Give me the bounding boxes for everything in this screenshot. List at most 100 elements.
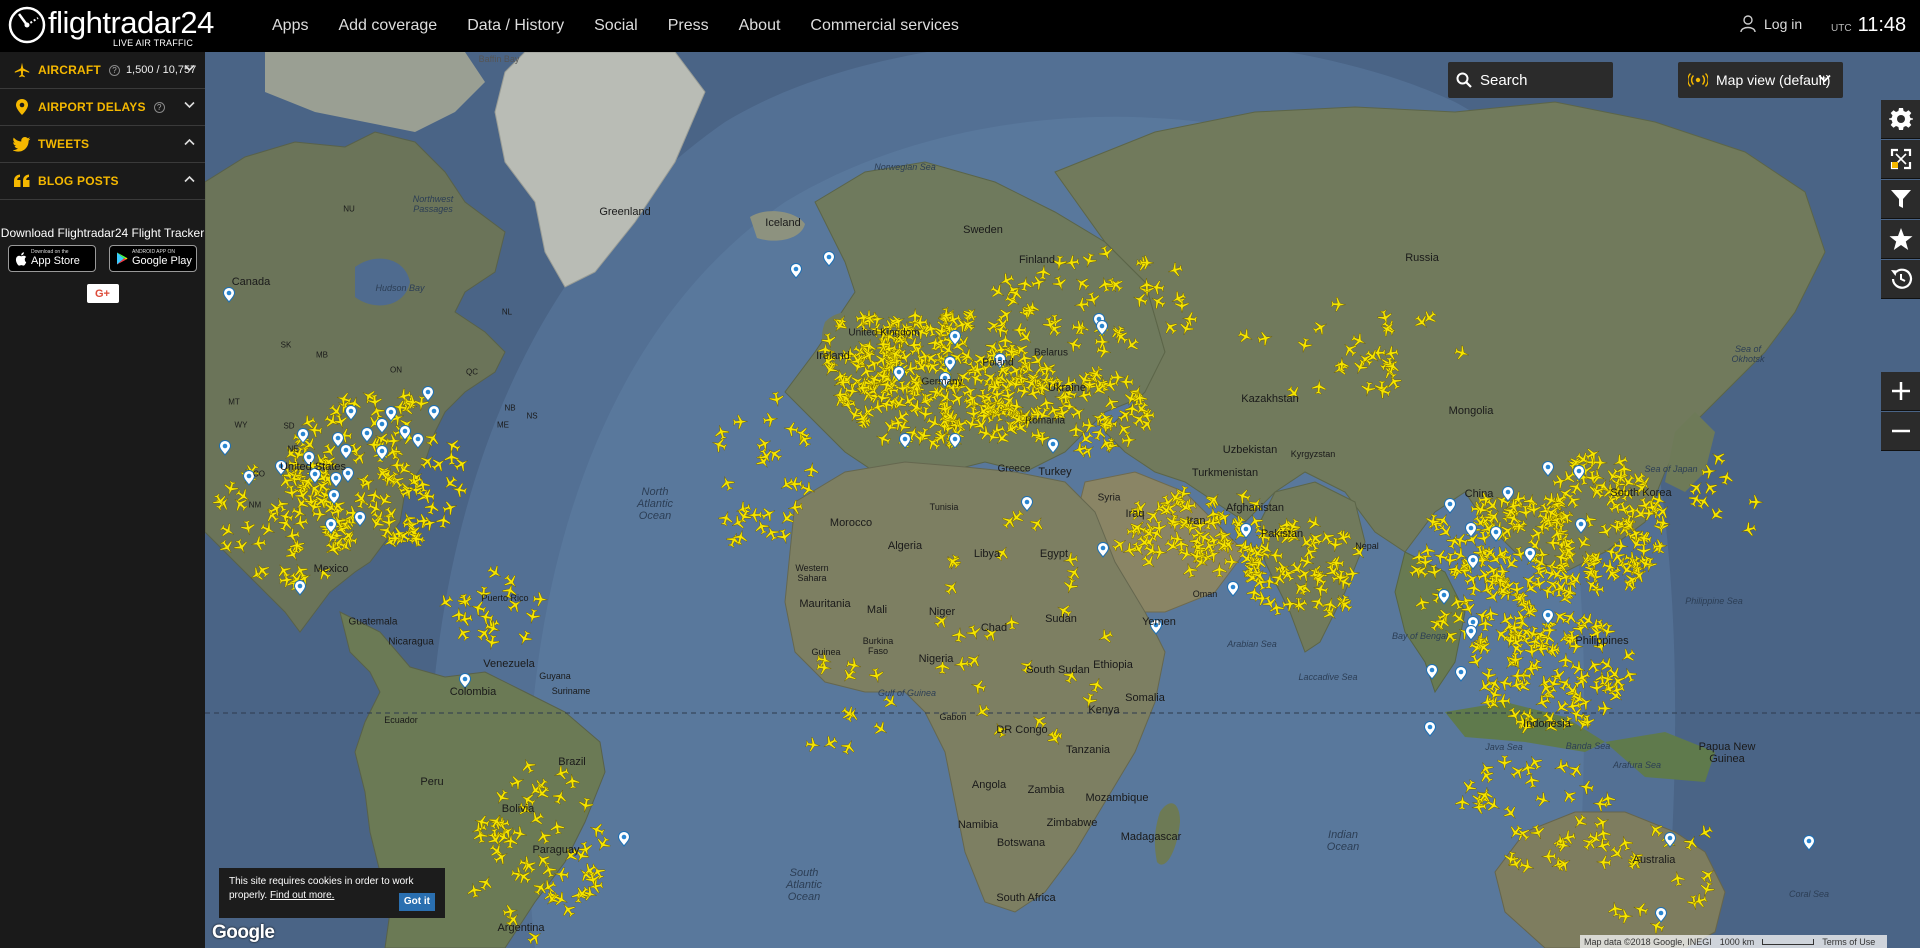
map-data-credit[interactable]: Map data ©2018 Google, INEGI <box>1584 937 1712 947</box>
map-label: South Africa <box>996 892 1056 904</box>
map-label: Kyrgyzstan <box>1290 449 1336 459</box>
app-store-buttons: Download on the App Store ANDROID APP ON… <box>0 245 205 272</box>
map-label: SD <box>283 421 295 431</box>
nav-data-history[interactable]: Data / History <box>467 17 564 35</box>
fullscreen-button[interactable] <box>1881 140 1920 179</box>
zoom-in-button[interactable] <box>1881 372 1920 411</box>
map-label: NM <box>248 500 262 510</box>
map-label: ME <box>497 420 509 430</box>
map-label: South Atlantic Ocean <box>785 866 823 904</box>
filter-button[interactable] <box>1881 180 1920 219</box>
map-label: Ireland <box>816 350 850 362</box>
nav-commercial-services[interactable]: Commercial services <box>810 17 958 35</box>
apple-icon <box>15 251 27 266</box>
map-label: Nepal <box>1355 541 1379 551</box>
map-label: Kazakhstan <box>1241 393 1299 405</box>
map-label: WY <box>234 420 248 430</box>
map-label: Libya <box>973 548 1001 560</box>
cookie-got-it-button[interactable]: Got it <box>398 893 435 911</box>
map-label: Burkina Faso <box>862 636 894 656</box>
logo-tagline: LIVE AIR TRAFFIC <box>113 38 194 48</box>
map-label: Venezuela <box>483 658 535 670</box>
logo[interactable]: flightradar24 LIVE AIR TRAFFIC <box>8 4 214 48</box>
map-label: Argentina <box>497 922 545 934</box>
map-label: Java Sea <box>1485 742 1523 752</box>
map-label: Tanzania <box>1065 744 1111 756</box>
aircraft-panel-header[interactable]: AIRCRAFT ? 1,500 / 10,757 <box>0 52 205 89</box>
map-label: Australia <box>1632 854 1676 866</box>
favorites-button[interactable] <box>1881 220 1920 259</box>
google-plus-button[interactable]: G+ <box>86 284 119 303</box>
map-view-dropdown[interactable]: Map view (default) <box>1678 62 1843 98</box>
playback-icon <box>1890 268 1912 289</box>
map-attribution: Map data ©2018 Google, INEGI 1000 km Ter… <box>1580 935 1888 948</box>
map-label: Tunisia <box>929 502 959 512</box>
cookie-banner: This site requires cookies in order to w… <box>219 868 445 918</box>
login-button[interactable]: Log in <box>1740 15 1802 33</box>
nav-add-coverage[interactable]: Add coverage <box>338 17 437 35</box>
map-label: MB <box>316 350 328 360</box>
settings-button[interactable] <box>1881 100 1920 139</box>
map-label: Brazil <box>558 756 586 768</box>
map-label: Northwest Passages <box>412 194 454 214</box>
map-label: Kenya <box>1088 704 1120 716</box>
google-play-icon <box>117 252 128 265</box>
search-input[interactable] <box>1480 71 1610 89</box>
map-label: Zambia <box>1027 784 1065 796</box>
map-label: Guyana <box>539 671 571 681</box>
nav-press[interactable]: Press <box>668 17 709 35</box>
map-scale-label: 1000 km <box>1719 936 1755 947</box>
airport-delays-panel-header[interactable]: AIRPORT DELAYS ? <box>0 89 205 126</box>
terms-of-use-link[interactable]: Terms of Use <box>1822 937 1875 947</box>
nav-about[interactable]: About <box>739 17 781 35</box>
map-label: Papua New Guinea <box>1698 741 1756 765</box>
blog-posts-panel-header[interactable]: BLOG POSTS <box>0 163 205 200</box>
google-logo: Google <box>212 922 275 944</box>
map-label: Bay of Bengal <box>1391 631 1449 641</box>
zoom-out-button[interactable] <box>1881 412 1920 451</box>
map-label: Belarus <box>1034 347 1068 359</box>
map-label: ON <box>390 365 402 375</box>
app-store-button[interactable]: Download on the App Store <box>8 245 96 272</box>
twitter-icon <box>12 134 32 154</box>
cookie-find-out-more-link[interactable]: Find out more. <box>270 890 334 901</box>
map-label: Iceland <box>765 217 801 229</box>
map-label: Guatemala <box>348 616 398 628</box>
map-label: Romania <box>1024 415 1066 427</box>
map-canvas[interactable] <box>205 52 1920 948</box>
map-label: Pakistan <box>1260 528 1304 540</box>
map-label: Mozambique <box>1085 792 1149 804</box>
search-icon <box>1456 72 1472 88</box>
map-label: North Atlantic Ocean <box>636 485 674 523</box>
map-label: Norwegian Sea <box>874 162 936 172</box>
map-label: DR Congo <box>996 724 1048 736</box>
nav-apps[interactable]: Apps <box>272 17 308 35</box>
map-label: Angola <box>971 779 1007 791</box>
timezone-label: UTC <box>1831 23 1852 34</box>
map-label: Hudson Bay <box>375 283 425 293</box>
map-label: Yemen <box>1142 616 1176 628</box>
help-icon[interactable]: ? <box>153 101 165 113</box>
search-box[interactable] <box>1448 62 1613 98</box>
map-label: CO <box>253 469 265 479</box>
map-label: Zimbabwe <box>1046 817 1098 829</box>
tweets-panel-header[interactable]: TWEETS <box>0 126 205 163</box>
map-label: Guinea <box>811 647 841 657</box>
chevron-down-icon <box>1818 74 1831 83</box>
map-label: Peru <box>420 776 444 788</box>
radar-broadcast-icon <box>1688 73 1708 87</box>
map-label: Ukraine <box>1048 382 1086 394</box>
radar-logo-icon <box>8 6 46 44</box>
map-label: Mongolia <box>1448 405 1494 417</box>
playback-button[interactable] <box>1881 260 1920 299</box>
map-label: Arabian Sea <box>1227 639 1277 649</box>
help-icon[interactable]: ? <box>108 64 120 76</box>
map-label: SK <box>280 340 292 350</box>
map-label: Morocco <box>829 517 873 529</box>
nav-social[interactable]: Social <box>594 17 638 35</box>
map-label: Bolivia <box>501 803 535 815</box>
flight-map[interactable]: Baffin Bay Greenland Iceland Norwegian S… <box>205 52 1920 948</box>
map-label: Canada <box>231 276 271 288</box>
google-play-button[interactable]: ANDROID APP ON Google Play <box>109 245 197 272</box>
fullscreen-icon <box>1890 148 1911 170</box>
